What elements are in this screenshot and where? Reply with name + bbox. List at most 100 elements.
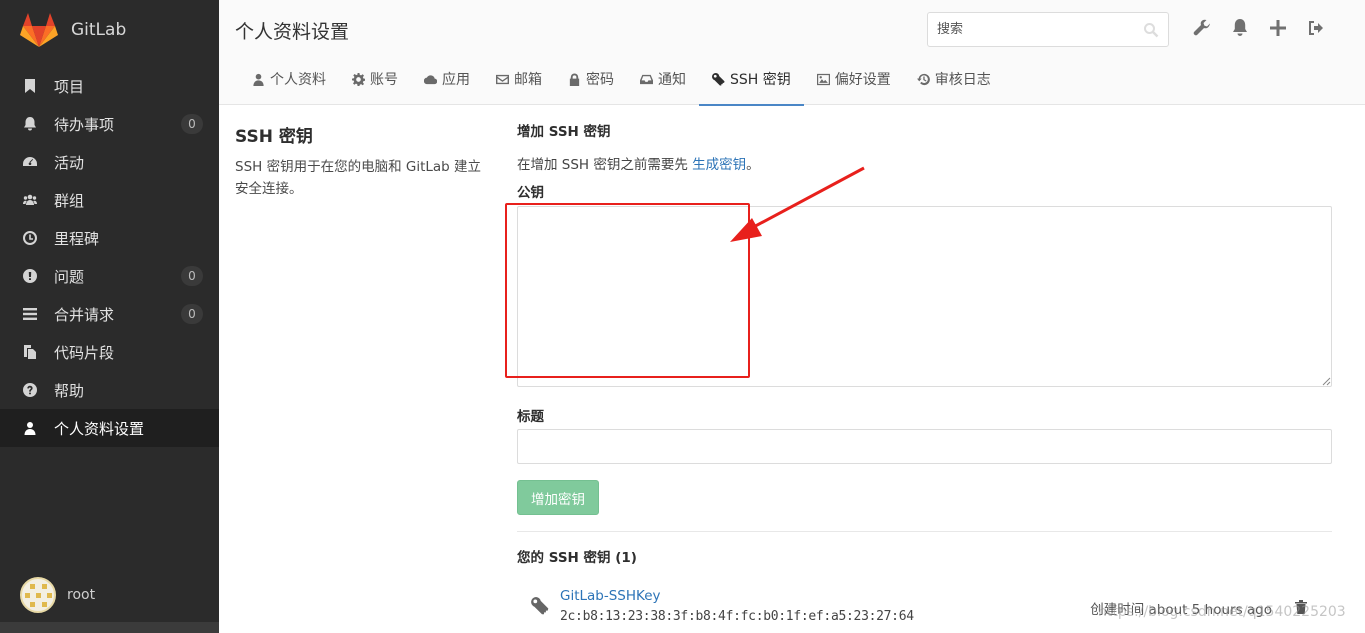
sign-out-icon[interactable]: [1306, 17, 1326, 39]
resize-grip-icon[interactable]: [1322, 377, 1331, 386]
history-icon: [916, 73, 930, 85]
key-icon: [712, 72, 725, 86]
sidebar-item-groups[interactable]: 群组: [0, 181, 219, 219]
hint-suffix: 。: [746, 157, 760, 173]
exclamation-icon: [22, 268, 38, 284]
tab-label: 账号: [370, 72, 398, 88]
list-icon: [22, 306, 38, 322]
sidebar-item-label: 项目: [54, 77, 85, 96]
tab-label: 偏好设置: [834, 72, 891, 88]
sidebar-item-label: 合并请求: [54, 305, 115, 324]
sidebar-item-label: 个人资料设置: [54, 419, 145, 438]
header: 个人资料设置 个人资料 账号 应用 邮箱 密码: [219, 0, 1365, 106]
gear-icon: [352, 72, 365, 86]
wrench-icon[interactable]: [1192, 17, 1212, 39]
brand[interactable]: GitLab: [20, 12, 126, 48]
bookmark-icon: [22, 78, 38, 94]
sidebar-item-help[interactable]: 帮助: [0, 371, 219, 409]
tab-label: SSH 密钥: [730, 72, 791, 88]
title-input[interactable]: [517, 429, 1332, 464]
envelope-icon: [496, 74, 509, 84]
tab-ssh-keys[interactable]: SSH 密钥: [699, 53, 804, 106]
tab-label: 密码: [586, 72, 614, 88]
todo-count-badge: 0: [181, 114, 203, 134]
inbox-icon: [640, 74, 653, 84]
sidebar-item-label: 帮助: [54, 381, 85, 400]
section-title: SSH 密钥: [235, 127, 313, 147]
users-icon: [22, 192, 38, 208]
copy-icon: [22, 344, 38, 360]
clock-icon: [22, 230, 38, 246]
settings-tabs: 个人资料 账号 应用 邮箱 密码 通知 SSH 密钥 偏好设置 审核日志: [239, 53, 1004, 106]
key-icon: [531, 597, 549, 615]
ssh-key-form: 增加 SSH 密钥 在增加 SSH 密钥之前需要先 生成密钥。 公钥 标题 增加…: [517, 120, 1332, 624]
your-keys-heading: 您的 SSH 密钥 (1): [517, 550, 637, 566]
question-icon: [22, 382, 38, 398]
sidebar-item-label: 代码片段: [54, 343, 115, 362]
add-key-button[interactable]: 增加密钥: [517, 480, 599, 515]
brand-name: GitLab: [71, 20, 127, 40]
sidebar-item-milestones[interactable]: 里程碑: [0, 219, 219, 257]
tab-notifications[interactable]: 通知: [627, 53, 699, 105]
cloud-icon: [424, 74, 437, 84]
sidebar-item-todos[interactable]: 待办事项 0: [0, 105, 219, 143]
bell-icon[interactable]: [1230, 17, 1250, 39]
sidebar-item-label: 里程碑: [54, 229, 100, 248]
user-name: root: [67, 587, 96, 603]
sidebar-item-label: 群组: [54, 191, 85, 210]
tab-preferences[interactable]: 偏好设置: [804, 53, 904, 105]
section-info: SSH 密钥 SSH 密钥用于在您的电脑和 GitLab 建立安全连接。: [235, 122, 485, 200]
ssh-key-fingerprint: 2c:b8:13:23:38:3f:b8:4f:fc:b0:1f:ef:a5:2…: [560, 609, 914, 624]
ssh-key-title-link[interactable]: GitLab-SSHKey: [560, 588, 661, 604]
sidebar-item-activity[interactable]: 活动: [0, 143, 219, 181]
generate-key-link[interactable]: 生成密钥: [692, 157, 746, 173]
search-icon: [1144, 23, 1159, 38]
tab-applications[interactable]: 应用: [411, 53, 483, 105]
dashboard-icon: [22, 154, 38, 170]
divider: [517, 531, 1332, 532]
bell-icon: [22, 116, 38, 132]
image-icon: [816, 73, 830, 85]
sidebar-item-snippets[interactable]: 代码片段: [0, 333, 219, 371]
sidebar-item-projects[interactable]: 项目: [0, 67, 219, 105]
tab-account[interactable]: 账号: [339, 53, 411, 105]
watermark: https://blog.csdn.net/q1540225203: [1098, 604, 1346, 620]
key-label: 公钥: [517, 185, 544, 201]
user-icon: [253, 73, 264, 86]
issues-count-badge: 0: [181, 266, 203, 286]
sidebar-item-issues[interactable]: 问题 0: [0, 257, 219, 295]
sidebar-nav: 项目 待办事项 0 活动 群组 里程碑 问题 0 合并请求 0 代码片段 帮助 …: [0, 67, 219, 447]
lock-icon: [569, 72, 580, 86]
tab-label: 邮箱: [514, 72, 542, 88]
sidebar-item-label: 待办事项: [54, 115, 115, 134]
sidebar: GitLab 项目 待办事项 0 活动 群组 里程碑 问题 0 合并请求 0 代…: [0, 0, 219, 633]
sidebar-item-label: 活动: [54, 153, 85, 172]
gitlab-logo-icon: [20, 13, 58, 47]
tab-audit-log[interactable]: 审核日志: [904, 53, 1004, 105]
search-box[interactable]: [927, 12, 1169, 47]
plus-icon[interactable]: [1268, 17, 1288, 39]
hint-text: 在增加 SSH 密钥之前需要先: [517, 157, 693, 173]
title-label: 标题: [517, 409, 544, 425]
tab-label: 应用: [442, 72, 470, 88]
tab-password[interactable]: 密码: [555, 53, 627, 105]
public-key-textarea[interactable]: [517, 206, 1332, 387]
tab-label: 个人资料: [270, 72, 326, 88]
avatar: [20, 577, 56, 613]
sidebar-item-merge-requests[interactable]: 合并请求 0: [0, 295, 219, 333]
user-icon: [22, 420, 38, 436]
tab-emails[interactable]: 邮箱: [483, 53, 555, 105]
search-input[interactable]: [928, 13, 1128, 46]
form-hint: 在增加 SSH 密钥之前需要先 生成密钥。: [517, 153, 1332, 173]
sidebar-item-profile-settings[interactable]: 个人资料设置: [0, 409, 219, 447]
tab-profile[interactable]: 个人资料: [239, 53, 339, 105]
tab-label: 审核日志: [934, 72, 991, 88]
merge-requests-count-badge: 0: [181, 304, 203, 324]
section-description: SSH 密钥用于在您的电脑和 GitLab 建立安全连接。: [235, 159, 482, 197]
sidebar-collapse-bar[interactable]: [0, 622, 219, 633]
page-title: 个人资料设置: [235, 21, 350, 43]
sidebar-item-label: 问题: [54, 267, 85, 286]
user-menu[interactable]: root: [20, 577, 95, 613]
form-heading: 增加 SSH 密钥: [517, 124, 611, 140]
header-actions: [1192, 17, 1344, 39]
